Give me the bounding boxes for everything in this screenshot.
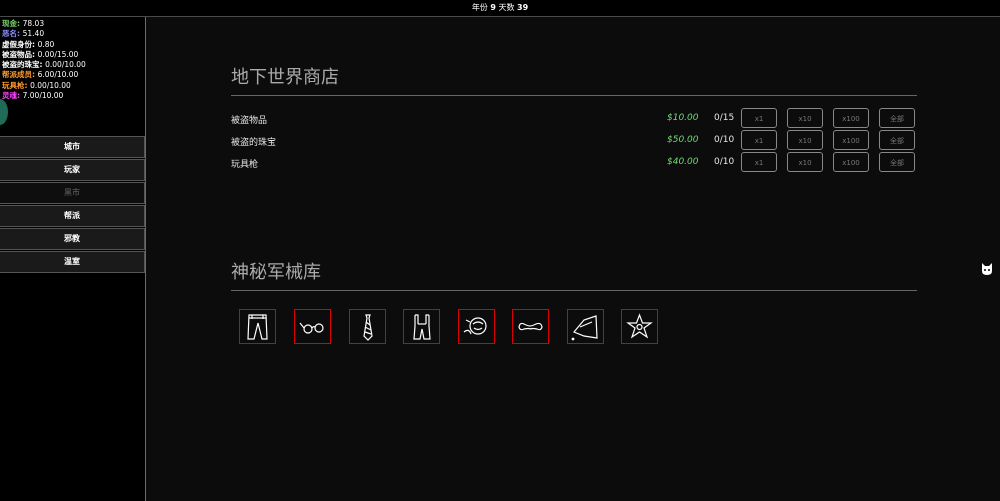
glasses-icon	[299, 322, 324, 334]
stat-label: 灵魂:	[2, 91, 20, 101]
stat-toy-guns: 玩具枪: 0.00/10.00	[2, 81, 145, 91]
overalls-icon	[413, 314, 431, 340]
nav-item-gang[interactable]: 帮派	[0, 205, 145, 227]
mustache-icon	[518, 322, 543, 331]
face-icon	[463, 317, 487, 335]
buy-all-button[interactable]: 全部	[879, 152, 915, 172]
armory-item-glasses[interactable]	[294, 309, 331, 344]
buy-x10-button[interactable]: x10	[787, 108, 823, 128]
item-price: $50.00	[667, 135, 699, 145]
item-quantity: 0/10	[714, 157, 735, 167]
sheriff-star-icon	[626, 313, 653, 339]
item-name: 被盗的珠宝	[231, 138, 277, 148]
armory-section: 神秘军械库	[231, 258, 917, 291]
stat-label: 帮派成员:	[2, 70, 35, 80]
buy-x1-button[interactable]: x1	[741, 152, 777, 172]
armory-title: 神秘军械库	[231, 258, 917, 291]
buy-x100-button[interactable]: x100	[833, 130, 869, 150]
stat-stolen-goods: 被盗物品: 0.00/15.00	[2, 50, 145, 60]
stat-value: 51.40	[22, 29, 45, 39]
stat-value: 6.00/10.00	[37, 70, 79, 80]
shop-section: 地下世界商店	[231, 63, 917, 96]
armory-item-face[interactable]	[458, 309, 495, 344]
shop-title: 地下世界商店	[231, 63, 917, 96]
stat-label: 恶名:	[2, 29, 20, 39]
stat-label: 玩具枪:	[2, 80, 28, 90]
item-quantity: 0/15	[714, 113, 735, 123]
stat-label: 被盗物品:	[2, 49, 35, 59]
stat-label: 现金:	[2, 19, 20, 28]
pants-icon	[247, 314, 268, 340]
stat-notoriety: 恶名: 51.40	[2, 29, 145, 39]
item-name: 玩具枪	[231, 160, 259, 170]
armory-item-sheriff-star[interactable]	[621, 309, 658, 344]
item-name: 被盗物品	[231, 116, 268, 126]
days-value: 39	[517, 3, 529, 12]
stat-stolen-jewelry: 被盗的珠宝: 0.00/10.00	[2, 60, 145, 70]
year-label: 年份	[471, 3, 488, 12]
buy-x10-button[interactable]: x10	[787, 152, 823, 172]
buy-x10-button[interactable]: x10	[787, 130, 823, 150]
buy-x1-button[interactable]: x1	[741, 130, 777, 150]
armory-item-mustache[interactable]	[512, 309, 549, 344]
stat-value: 0.00/15.00	[37, 49, 79, 59]
days-label: 天数	[498, 3, 515, 12]
stat-fake-id: 虚假身份: 0.80	[2, 40, 145, 50]
buy-x1-button[interactable]: x1	[741, 108, 777, 128]
item-price: $40.00	[667, 157, 699, 167]
item-price: $10.00	[667, 113, 699, 123]
sidebar: 现金: 78.03 恶名: 51.40 虚假身份: 0.80 被盗物品: 0.0…	[0, 17, 146, 501]
shop-row-stolen-goods: 被盗物品 $10.00 0/15 x1 x10 x100 全部	[231, 108, 917, 130]
stat-label: 虚假身份:	[2, 39, 35, 49]
stat-souls: 灵魂: 7.00/10.00	[2, 91, 145, 101]
cat-icon[interactable]	[980, 262, 994, 276]
stat-value: 0.00/10.00	[30, 80, 71, 90]
stat-value: 7.00/10.00	[22, 91, 64, 101]
nav-item-player[interactable]: 玩家	[0, 159, 145, 181]
stats-panel: 现金: 78.03 恶名: 51.40 虚假身份: 0.80 被盗物品: 0.0…	[0, 17, 145, 129]
nav-item-cult[interactable]: 邪教	[0, 228, 145, 250]
year-value: 9	[490, 3, 496, 12]
side-toggle-handle[interactable]	[0, 99, 8, 126]
armory-item-overalls[interactable]	[403, 309, 440, 344]
armory-item-tie[interactable]	[349, 309, 386, 344]
nav-item-greenhouse[interactable]: 温室	[0, 251, 145, 273]
stat-value: 78.03	[22, 19, 45, 28]
tie-icon	[363, 314, 373, 341]
stat-gang-members: 帮派成员: 6.00/10.00	[2, 70, 145, 80]
buy-all-button[interactable]: 全部	[879, 108, 915, 128]
buy-x100-button[interactable]: x100	[833, 108, 869, 128]
stat-value: 0.80	[37, 39, 55, 49]
armory-item-pants[interactable]	[239, 309, 276, 344]
stat-label: 被盗的珠宝:	[2, 60, 43, 70]
armory-item-iron[interactable]	[567, 309, 604, 344]
iron-icon	[571, 315, 598, 341]
buy-all-button[interactable]: 全部	[879, 130, 915, 150]
stat-value: 0.00/10.00	[45, 60, 86, 70]
item-quantity: 0/10	[714, 135, 735, 145]
top-status-bar: 年份 9 天数 39	[0, 0, 1000, 17]
nav-item-city[interactable]: 城市	[0, 136, 145, 158]
shop-row-toy-gun: 玩具枪 $40.00 0/10 x1 x10 x100 全部	[231, 152, 917, 174]
nav-item-black-market[interactable]: 黑市	[0, 182, 145, 204]
shop-row-stolen-jewelry: 被盗的珠宝 $50.00 0/10 x1 x10 x100 全部	[231, 130, 917, 152]
stat-cash: 现金: 78.03	[2, 19, 145, 29]
buy-x100-button[interactable]: x100	[833, 152, 869, 172]
sidebar-nav: 城市 玩家 黑市 帮派 邪教 温室	[0, 136, 145, 274]
